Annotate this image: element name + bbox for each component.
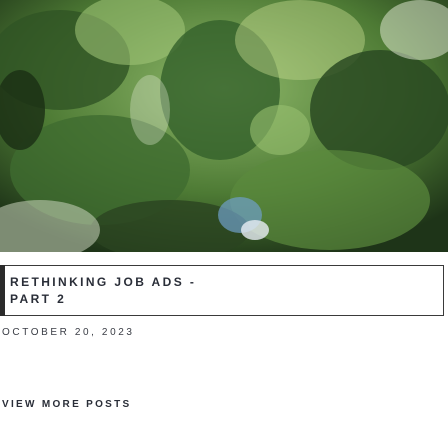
post-title-line-2: Part 2 [10,292,67,306]
post-title-line-1: Rethinking Job Ads - [10,275,197,289]
post-date: October 20, 2023 [2,327,135,338]
garden-photo [0,0,448,252]
post-title[interactable]: Rethinking Job Ads - Part 2 [10,274,196,308]
post-hero-image[interactable] [0,0,448,252]
title-accent-bar [0,265,5,316]
view-more-posts-link[interactable]: View More Posts [2,399,132,410]
